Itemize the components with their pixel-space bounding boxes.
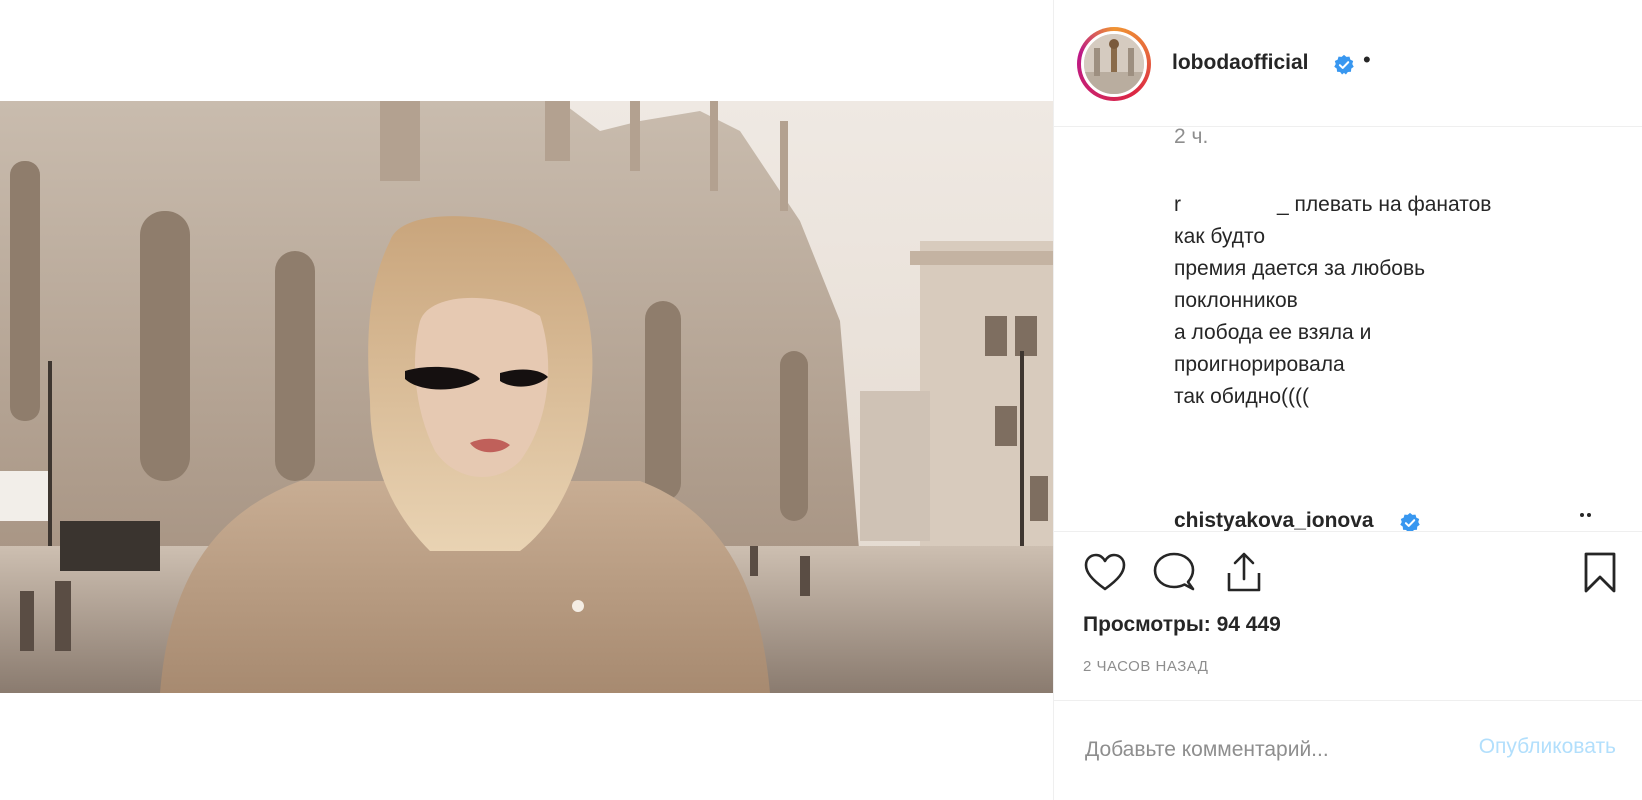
comment-username[interactable]: chistyakova_ionova bbox=[1174, 509, 1374, 531]
media-pane bbox=[0, 0, 1053, 800]
post-header: lobodaofficial • bbox=[1054, 0, 1642, 127]
comment-username-prefix[interactable]: r bbox=[1174, 193, 1181, 216]
view-count[interactable]: Просмотры: 94 449 bbox=[1083, 613, 1281, 637]
post-actions: Просмотры: 94 449 2 ЧАСОВ НАЗАД bbox=[1054, 531, 1642, 701]
comment-input[interactable] bbox=[1083, 737, 1427, 763]
avatar-image bbox=[1084, 34, 1144, 94]
comment-text-line: поклонников bbox=[1174, 289, 1298, 312]
video-frame bbox=[0, 101, 1053, 693]
comment-username-suffix[interactable]: _ bbox=[1277, 193, 1289, 216]
post-video[interactable] bbox=[0, 101, 1053, 693]
like-button[interactable] bbox=[1081, 549, 1129, 597]
publish-button[interactable]: Опубликовать bbox=[1479, 735, 1616, 759]
share-button[interactable] bbox=[1220, 549, 1268, 597]
comment-text-line: плевать на фанатов bbox=[1294, 193, 1492, 216]
comment-text-line: проигнорировала bbox=[1174, 353, 1345, 376]
save-button[interactable] bbox=[1576, 549, 1624, 597]
comment-button[interactable] bbox=[1150, 549, 1198, 597]
comment-first-line: r _ плевать на фанатов bbox=[1174, 189, 1594, 221]
comment-time: 2 ч. bbox=[1174, 127, 1209, 148]
verified-badge-icon bbox=[1334, 54, 1354, 75]
avatar-story-ring[interactable] bbox=[1077, 27, 1151, 101]
header-separator: • bbox=[1363, 47, 1371, 72]
comment-text-line: так обидно(((( bbox=[1174, 385, 1310, 408]
views-number: 94 449 bbox=[1216, 613, 1281, 636]
comment-item: r _ плевать на фанатов как будто премия д… bbox=[1174, 189, 1594, 413]
avatar[interactable] bbox=[1081, 31, 1147, 97]
comments-list: 2 ч. r _ плевать на фанатов как будто пре… bbox=[1054, 127, 1642, 531]
share-icon bbox=[1227, 552, 1261, 592]
post-username[interactable]: lobodaofficial bbox=[1172, 51, 1309, 75]
post-sidebar: lobodaofficial • 2 ч. r _ плевать на фана… bbox=[1053, 0, 1642, 800]
heart-icon bbox=[1084, 553, 1126, 591]
username-mask bbox=[1181, 193, 1277, 218]
add-comment-bar: Опубликовать bbox=[1054, 700, 1642, 800]
post-timestamp[interactable]: 2 ЧАСОВ НАЗАД bbox=[1083, 658, 1208, 675]
comment-more-icon[interactable] bbox=[1579, 512, 1599, 518]
comment-text-line: как будто bbox=[1174, 225, 1266, 248]
bookmark-icon bbox=[1584, 552, 1616, 593]
verified-badge-icon bbox=[1400, 512, 1420, 531]
comment-icon bbox=[1153, 552, 1195, 591]
comment-text-line: премия дается за любовь bbox=[1174, 257, 1426, 280]
views-label: Просмотры: bbox=[1083, 613, 1211, 636]
comment-text-line: а лобода ее взяла и bbox=[1174, 321, 1372, 344]
